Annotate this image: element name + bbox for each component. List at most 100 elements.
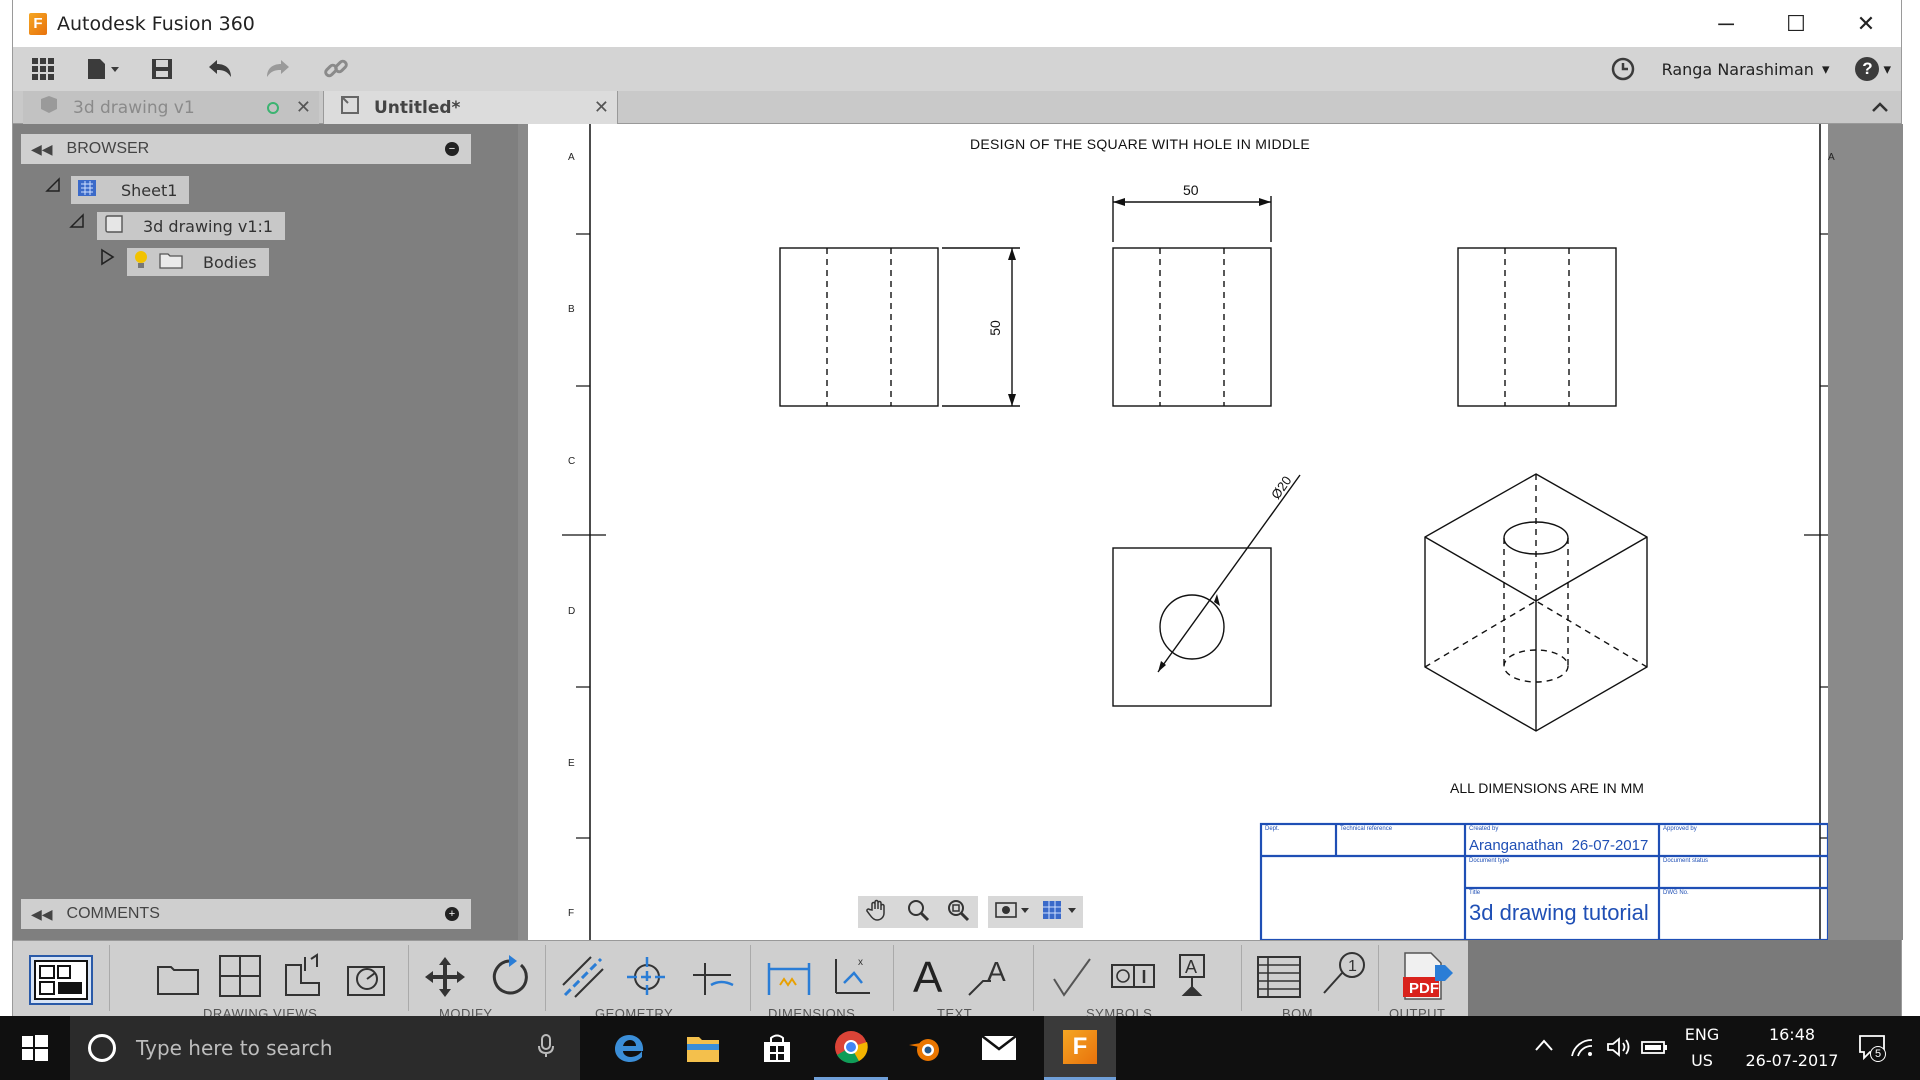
- expanded-triangle-icon[interactable]: [45, 177, 61, 198]
- pdf-label: PDF: [1409, 980, 1439, 997]
- windows-logo-icon: [22, 1035, 48, 1061]
- navigation-bar: [858, 896, 1083, 928]
- close-tab-icon[interactable]: ✕: [296, 97, 311, 118]
- top-view: [1112, 474, 1301, 707]
- leader-text-icon[interactable]: A: [965, 953, 1013, 1006]
- minimize-button[interactable]: ─: [1691, 0, 1761, 47]
- table-icon[interactable]: [1256, 955, 1302, 1004]
- ordinate-dimension-icon[interactable]: x: [830, 953, 876, 1004]
- dimension-width-label: 50: [1183, 182, 1199, 198]
- tab-3d-drawing-v1[interactable]: 3d drawing v1 ✕: [23, 91, 319, 124]
- notification-count-badge: 5: [1870, 1046, 1886, 1062]
- clock[interactable]: 16:48 26-07-2017: [1742, 1022, 1842, 1074]
- save-icon[interactable]: [133, 47, 191, 91]
- close-window-button[interactable]: ✕: [1831, 0, 1901, 47]
- collapse-left-icon[interactable]: ◀◀: [31, 906, 53, 923]
- language-indicator[interactable]: ENG US: [1680, 1022, 1724, 1074]
- undo-icon[interactable]: [191, 47, 249, 91]
- taskbar-blender-icon[interactable]: [888, 1016, 962, 1080]
- display-settings-icon[interactable]: [994, 898, 1030, 927]
- collapse-chevron-up-icon[interactable]: [1871, 96, 1889, 119]
- grid-settings-icon[interactable]: [1041, 898, 1077, 927]
- design-doc-icon: [39, 95, 59, 120]
- taskbar-search-box[interactable]: Type here to search: [70, 1016, 580, 1080]
- move-icon[interactable]: [423, 955, 467, 1004]
- tray-chevron-up-icon[interactable]: [1534, 1038, 1554, 1057]
- detail-view-icon[interactable]: [345, 953, 389, 1004]
- section-view-icon[interactable]: [283, 953, 327, 1004]
- text-icon[interactable]: A: [913, 953, 942, 1003]
- taskbar-mail-icon[interactable]: [962, 1016, 1036, 1080]
- tb-title: 3d drawing tutorial: [1469, 900, 1649, 925]
- taskbar-edge-icon[interactable]: [592, 1016, 666, 1080]
- tree-node-3d-drawing[interactable]: 3d drawing v1:1: [97, 212, 286, 240]
- close-tab-icon[interactable]: ✕: [594, 97, 609, 118]
- pdf-export-icon[interactable]: [1401, 951, 1453, 1006]
- browser-panel-header[interactable]: ◀◀ BROWSER −: [21, 134, 471, 164]
- tb-created-by-label: Created by: [1469, 826, 1499, 832]
- center-mark-pattern-icon[interactable]: [691, 955, 735, 1004]
- collapse-left-icon[interactable]: ◀◀: [31, 141, 53, 158]
- taskbar-chrome-icon[interactable]: [814, 1016, 888, 1080]
- tb-title-label: Title: [1469, 890, 1481, 896]
- center-mark-icon[interactable]: [625, 955, 669, 1004]
- grid-icon[interactable]: [13, 47, 73, 91]
- zone-letter-left-f: F: [568, 908, 575, 919]
- svg-text:x: x: [858, 957, 863, 968]
- collapsed-triangle-icon[interactable]: [99, 248, 115, 271]
- canvas-area[interactable]: A B C D E F A DESIGN OF THE SQUARE WITH …: [518, 124, 1903, 940]
- zoom-window-icon[interactable]: [906, 898, 930, 927]
- maximize-button[interactable]: ☐: [1761, 0, 1831, 47]
- ribbon-group-modify: MODIFY: [413, 941, 543, 1021]
- collapse-minus-icon[interactable]: −: [445, 142, 459, 156]
- wifi-icon[interactable]: [1570, 1036, 1594, 1063]
- tb-dwg-no-label: DWG No.: [1663, 890, 1689, 896]
- help-icon: ?: [1855, 57, 1880, 81]
- tree-node-bodies[interactable]: Bodies: [127, 248, 269, 276]
- volume-icon[interactable]: [1606, 1036, 1632, 1063]
- tree-node-sheet1[interactable]: Sheet1: [71, 176, 190, 204]
- rotate-icon[interactable]: [487, 955, 531, 1004]
- link-icon[interactable]: [307, 47, 365, 91]
- datum-identifier-icon[interactable]: A: [1172, 953, 1212, 1006]
- job-status-clock-icon[interactable]: [1610, 47, 1636, 91]
- units-note: ALL DIMENSIONS ARE IN MM: [1450, 780, 1644, 796]
- pan-hand-icon[interactable]: [866, 898, 890, 927]
- right-view: [1457, 247, 1617, 407]
- clock-date: 26-07-2017: [1745, 1051, 1839, 1070]
- lightbulb-icon[interactable]: [133, 250, 149, 274]
- component-icon: [103, 214, 125, 238]
- drawing-sheet[interactable]: A B C D E F A DESIGN OF THE SQUARE WITH …: [528, 124, 1835, 940]
- user-menu[interactable]: Ranga Narashiman ▾: [1662, 60, 1830, 79]
- surface-texture-icon[interactable]: [1050, 955, 1094, 1004]
- redo-icon[interactable]: [249, 47, 307, 91]
- base-view-icon[interactable]: [157, 961, 199, 1000]
- balloon-icon[interactable]: 1: [1320, 951, 1368, 1004]
- feature-control-frame-icon[interactable]: [1110, 957, 1156, 1002]
- taskbar-file-explorer-icon[interactable]: [666, 1016, 740, 1080]
- comments-title: COMMENTS: [66, 905, 160, 922]
- microphone-icon[interactable]: [538, 1033, 554, 1063]
- projected-view-icon[interactable]: [219, 955, 261, 1002]
- dimension-icon[interactable]: [766, 955, 812, 1004]
- taskbar-fusion-icon[interactable]: F: [1044, 1016, 1116, 1080]
- start-button[interactable]: [0, 1016, 70, 1080]
- add-comment-plus-icon[interactable]: +: [445, 907, 459, 921]
- expanded-triangle-icon[interactable]: [69, 213, 85, 234]
- battery-icon[interactable]: [1640, 1038, 1668, 1061]
- tab-untitled[interactable]: Untitled* ✕: [323, 91, 618, 124]
- clock-time: 16:48: [1768, 1025, 1816, 1044]
- windows-taskbar: Type here to search F ENG US 16:48 26-07…: [0, 1016, 1920, 1080]
- taskbar-store-icon[interactable]: [740, 1016, 814, 1080]
- sheet-icon: [77, 179, 97, 201]
- window-title: Autodesk Fusion 360: [57, 12, 255, 35]
- ribbon-group-dimensions: x DIMENSIONS: [758, 941, 888, 1021]
- centerline-icon[interactable]: [561, 955, 605, 1004]
- chevron-down-icon: ▾: [1883, 61, 1891, 78]
- side-view: [1112, 196, 1272, 407]
- file-menu-icon[interactable]: [73, 47, 133, 91]
- zoom-fit-icon[interactable]: [946, 898, 970, 927]
- help-menu[interactable]: ? ▾: [1855, 57, 1891, 81]
- comments-panel-header[interactable]: ◀◀ COMMENTS +: [21, 899, 471, 929]
- sheet-layout-button[interactable]: [29, 955, 93, 1005]
